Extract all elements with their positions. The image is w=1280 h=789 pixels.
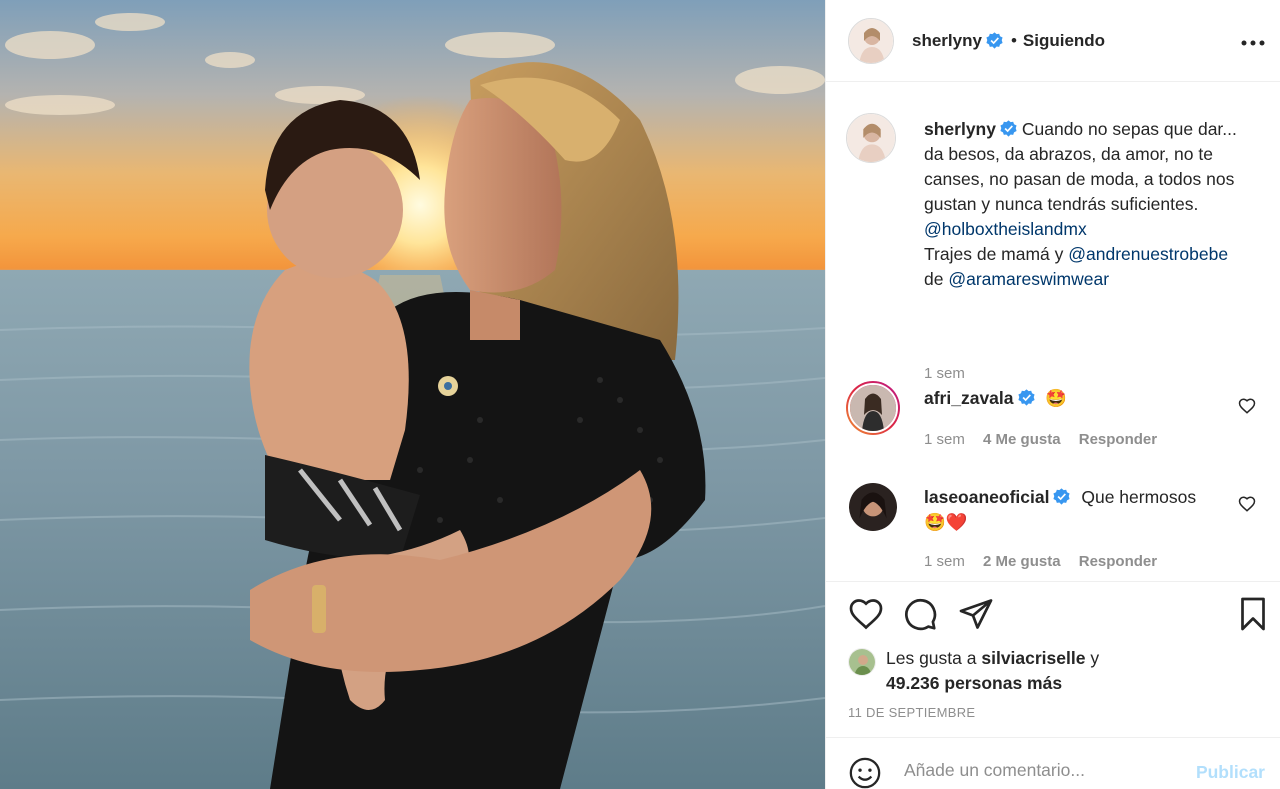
comment-bubble-icon[interactable]	[902, 596, 938, 632]
commenter-username[interactable]: laseoaneoficial	[924, 487, 1049, 507]
comment-bar: Publicar	[826, 737, 1280, 789]
commenter-avatar[interactable]	[849, 483, 897, 531]
comment-meta: 1 sem 4 Me gusta Responder	[924, 431, 1171, 448]
reply-button[interactable]: Responder	[1079, 553, 1157, 570]
caption: sherlyny Cuando no sepas que dar... da b…	[846, 113, 1266, 382]
separator-dot: •	[1010, 30, 1017, 50]
liker-avatar[interactable]	[848, 648, 876, 676]
commenter-avatar[interactable]	[846, 381, 900, 435]
like-heart-icon[interactable]	[848, 596, 884, 632]
comment-like-heart-icon[interactable]	[1238, 495, 1256, 513]
commenter-username[interactable]: afri_zavala	[924, 388, 1014, 408]
caption-username[interactable]: sherlyny	[924, 119, 996, 139]
caption-author-avatar[interactable]	[846, 113, 896, 163]
emoji-smiley-icon[interactable]	[848, 756, 882, 789]
caption-body-3: de	[924, 269, 949, 289]
verified-badge-icon	[1000, 119, 1017, 137]
caption-time[interactable]: 1 sem	[924, 365, 965, 382]
comment-meta: 1 sem 2 Me gusta Responder	[924, 553, 1171, 570]
post-photo[interactable]	[0, 0, 825, 789]
likes-prefix: Les gusta a	[886, 648, 982, 668]
caption-text: sherlyny Cuando no sepas que dar... da b…	[924, 117, 1254, 292]
author-avatar[interactable]	[848, 17, 894, 64]
likes-count[interactable]: 49.236 personas más	[886, 673, 1062, 693]
post-header: sherlyny • Siguiendo	[826, 0, 1280, 82]
likes-summary: Les gusta a silviacriselle y 49.236 pers…	[848, 646, 1099, 696]
comment-item: laseoaneoficial Que hermosos 🤩❤️ 1 sem 2…	[846, 483, 1266, 581]
comment-time[interactable]: 1 sem	[924, 553, 965, 570]
more-horizontal-icon[interactable]	[1241, 26, 1265, 52]
verified-badge-icon	[1053, 487, 1071, 505]
comment-like-heart-icon[interactable]	[1238, 397, 1256, 415]
comments-list[interactable]: sherlyny Cuando no sepas que dar... da b…	[826, 83, 1280, 581]
photo-illustration	[0, 13, 825, 789]
author-username[interactable]: sherlyny	[912, 31, 982, 51]
verified-badge-icon	[986, 32, 1003, 49]
liker-username[interactable]: silviacriselle	[981, 648, 1085, 668]
caption-meta: 1 sem	[924, 365, 979, 382]
comment-text: Que hermosos	[1081, 487, 1197, 507]
comment-like-count[interactable]: 4 Me gusta	[983, 431, 1061, 448]
verified-badge-icon	[1017, 388, 1035, 406]
mention-link[interactable]: @andrenuestrobebe	[1068, 244, 1228, 264]
share-paper-plane-icon[interactable]	[958, 596, 994, 632]
bookmark-icon[interactable]	[1235, 596, 1271, 632]
comment-body: laseoaneoficial Que hermosos 🤩❤️	[924, 485, 1226, 535]
comment-like-count[interactable]: 2 Me gusta	[983, 553, 1061, 570]
following-button[interactable]: Siguiendo	[1023, 31, 1105, 51]
publish-button[interactable]: Publicar	[1196, 762, 1265, 783]
caption-body-2: Trajes de mamá y	[924, 244, 1069, 264]
likes-suffix: y	[1085, 648, 1100, 668]
comment-body: afri_zavala 🤩	[924, 386, 1266, 411]
mention-link[interactable]: @holboxtheislandmx	[924, 219, 1087, 239]
reply-button[interactable]: Responder	[1079, 431, 1157, 448]
post-actions: Les gusta a silviacriselle y 49.236 pers…	[826, 581, 1280, 789]
comment-item: afri_zavala 🤩 1 sem 4 Me gusta Responder	[846, 381, 1266, 451]
post-side-panel: sherlyny • Siguiendo sherlyny Cuando no …	[825, 0, 1280, 789]
comment-text: 🤩	[1045, 388, 1068, 408]
comment-time[interactable]: 1 sem	[924, 431, 965, 448]
mention-link[interactable]: @aramareswimwear	[948, 269, 1109, 289]
post-date[interactable]: 11 DE SEPTIEMBRE	[848, 705, 975, 720]
comment-input[interactable]	[904, 760, 1174, 781]
comment-emoji: 🤩❤️	[924, 512, 968, 532]
